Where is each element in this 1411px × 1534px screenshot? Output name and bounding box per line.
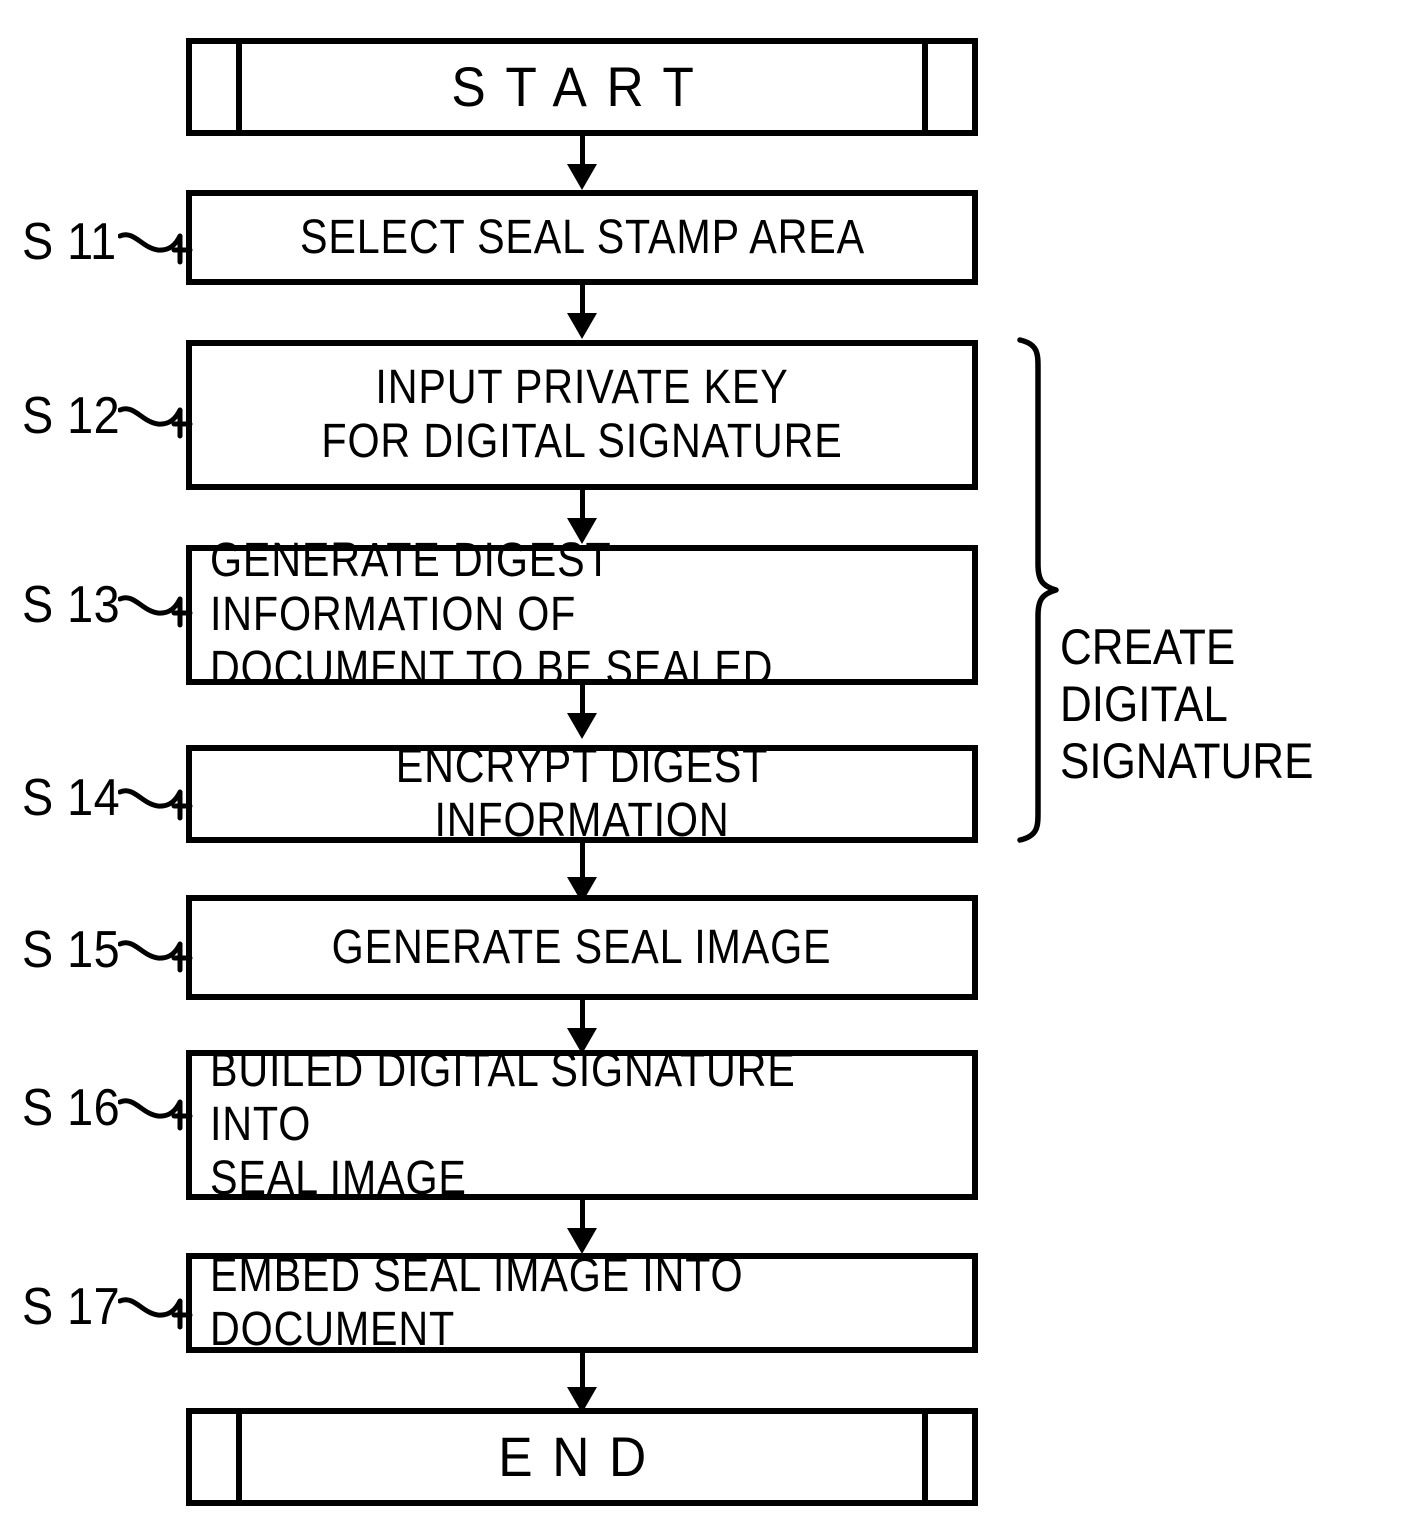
step-label-s12-text: S 12 — [22, 387, 121, 445]
step-label-s15: S 15 — [22, 920, 120, 980]
step-label-s14-text: S 14 — [22, 769, 121, 827]
leader-line-s13 — [118, 595, 193, 628]
terminal-end-label: END — [498, 1424, 666, 1488]
process-box-s16: BUILED DIGITAL SIGNATURE INTO SEAL IMAGE — [186, 1044, 978, 1205]
leader-line-s15 — [118, 940, 193, 973]
terminal-start: START — [186, 38, 978, 136]
step-label-s11: S 11 — [22, 212, 117, 272]
step-label-s15-text: S 15 — [22, 921, 121, 979]
flowchart-canvas: START SELECT SEAL STAMP AREA S 11 INPUT … — [0, 0, 1411, 1534]
terminal-end-divider-left — [236, 1408, 242, 1506]
leader-line-s16 — [118, 1098, 193, 1131]
step-label-s14: S 14 — [22, 768, 120, 828]
arrowhead-start-to-s11 — [567, 164, 597, 190]
process-box-s16-text: BUILED DIGITAL SIGNATURE INTO SEAL IMAGE — [210, 1044, 796, 1205]
step-label-s11-text: S 11 — [22, 213, 117, 271]
leader-line-s11 — [118, 232, 193, 265]
process-box-s14: ENCRYPT DIGEST INFORMATION — [186, 740, 978, 847]
terminal-start-divider-left — [236, 38, 242, 136]
process-box-s13: GENERATE DIGEST INFORMATION OF DOCUMENT … — [186, 534, 978, 695]
step-label-s16: S 16 — [22, 1078, 120, 1138]
step-label-s17-text: S 17 — [22, 1278, 121, 1336]
terminal-start-label: START — [450, 54, 713, 118]
step-label-s13-text: S 13 — [22, 576, 121, 634]
leader-line-s14 — [118, 788, 193, 821]
arrowhead-s11-to-s12 — [567, 313, 597, 339]
process-box-s15-text: GENERATE SEAL IMAGE — [332, 920, 832, 974]
terminal-start-divider-right — [922, 38, 928, 136]
process-box-s12-text: INPUT PRIVATE KEY FOR DIGITAL SIGNATURE — [321, 361, 843, 468]
group-brace-create-digital-signature — [1017, 337, 1059, 843]
terminal-end: END — [186, 1408, 978, 1506]
process-box-s11: SELECT SEAL STAMP AREA — [186, 190, 978, 285]
terminal-end-divider-right — [922, 1408, 928, 1506]
step-label-s17: S 17 — [22, 1277, 120, 1337]
process-box-s13-text: GENERATE DIGEST INFORMATION OF DOCUMENT … — [210, 534, 774, 695]
arrowhead-s13-to-s14 — [567, 713, 597, 739]
process-box-s11-text: SELECT SEAL STAMP AREA — [299, 210, 865, 264]
annotation-create-digital-signature: CREATE DIGITAL SIGNATURE — [1060, 562, 1369, 790]
step-label-s12: S 12 — [22, 386, 120, 446]
step-label-s13: S 13 — [22, 575, 120, 635]
process-box-s12: INPUT PRIVATE KEY FOR DIGITAL SIGNATURE — [186, 340, 978, 490]
step-label-s16-text: S 16 — [22, 1079, 121, 1137]
process-box-s17-text: EMBED SEAL IMAGE INTO DOCUMENT — [210, 1249, 744, 1356]
leader-line-s12 — [118, 406, 193, 439]
process-box-s15: GENERATE SEAL IMAGE — [186, 895, 978, 1000]
leader-line-s17 — [118, 1297, 193, 1330]
annotation-create-digital-signature-text: CREATE DIGITAL SIGNATURE — [1060, 619, 1314, 789]
process-box-s14-text: ENCRYPT DIGEST INFORMATION — [395, 740, 769, 847]
process-box-s17: EMBED SEAL IMAGE INTO DOCUMENT — [186, 1249, 978, 1356]
